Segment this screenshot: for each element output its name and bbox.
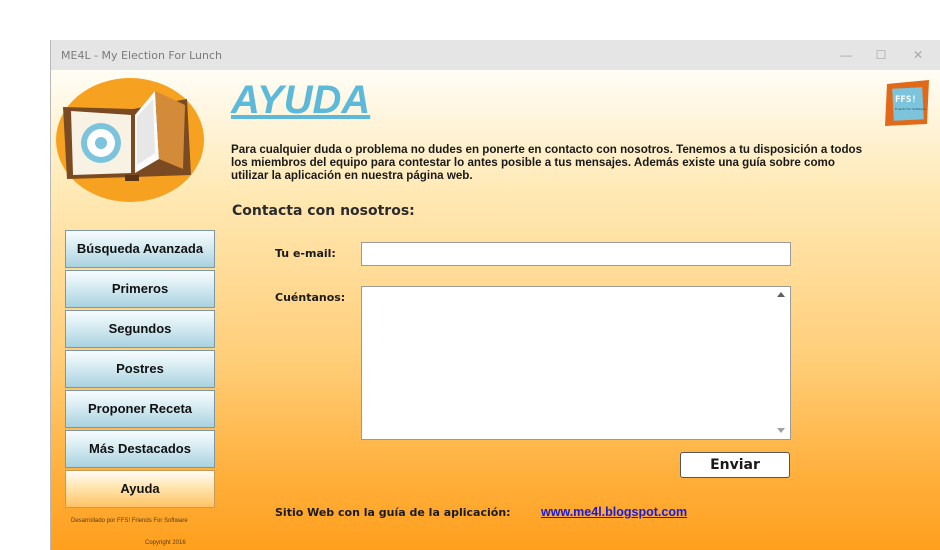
minimize-button[interactable]: — xyxy=(831,45,861,65)
title-bar[interactable]: ME4L - My Election For Lunch — ☐ ✕ xyxy=(51,40,940,70)
contact-heading: Contacta con nosotros: xyxy=(232,203,415,219)
scroll-up-icon[interactable] xyxy=(777,292,785,297)
message-scrollbar[interactable] xyxy=(774,287,790,439)
nav-primeros-button[interactable]: Primeros xyxy=(65,270,215,308)
nav-mas-destacados-button[interactable]: Más Destacados xyxy=(65,430,215,468)
site-link[interactable]: www.me4l.blogspot.com xyxy=(541,505,687,519)
book-icon xyxy=(56,78,204,202)
scroll-down-icon[interactable] xyxy=(777,428,785,433)
ffs-logo-subtext: Friends For Software xyxy=(895,107,926,111)
page-title: AYUDA xyxy=(231,78,371,122)
nav-segundos-button[interactable]: Segundos xyxy=(65,310,215,348)
client-area: Búsqueda Avanzada Primeros Segundos Post… xyxy=(51,70,940,550)
credits-text: Desarrollado por FFS! Friends For Softwa… xyxy=(71,518,188,524)
nav-proponer-receta-button[interactable]: Proponer Receta xyxy=(65,390,215,428)
nav-ayuda-button[interactable]: Ayuda xyxy=(65,470,215,508)
ffs-logo-icon: FFS! Friends For Software xyxy=(885,80,929,126)
ffs-logo-text: FFS! xyxy=(895,95,917,105)
email-label: Tu e-mail: xyxy=(275,247,336,260)
message-box xyxy=(361,286,791,440)
nav-busqueda-avanzada-button[interactable]: Búsqueda Avanzada xyxy=(65,230,215,268)
message-label: Cuéntanos: xyxy=(275,291,346,304)
close-button[interactable]: ✕ xyxy=(903,45,933,65)
app-window: ME4L - My Election For Lunch — ☐ ✕ Búsqu… xyxy=(50,40,940,550)
window-title: ME4L - My Election For Lunch xyxy=(61,49,222,62)
copyright-text: Copyright 2016 xyxy=(145,540,186,546)
nav-postres-button[interactable]: Postres xyxy=(65,350,215,388)
maximize-button[interactable]: ☐ xyxy=(866,45,896,65)
message-field[interactable] xyxy=(362,287,774,439)
intro-text: Para cualquier duda o problema no dudes … xyxy=(231,143,863,182)
email-field[interactable] xyxy=(361,242,791,266)
site-label: Sitio Web con la guía de la aplicación: xyxy=(275,506,511,519)
send-button[interactable]: Enviar xyxy=(680,452,790,478)
